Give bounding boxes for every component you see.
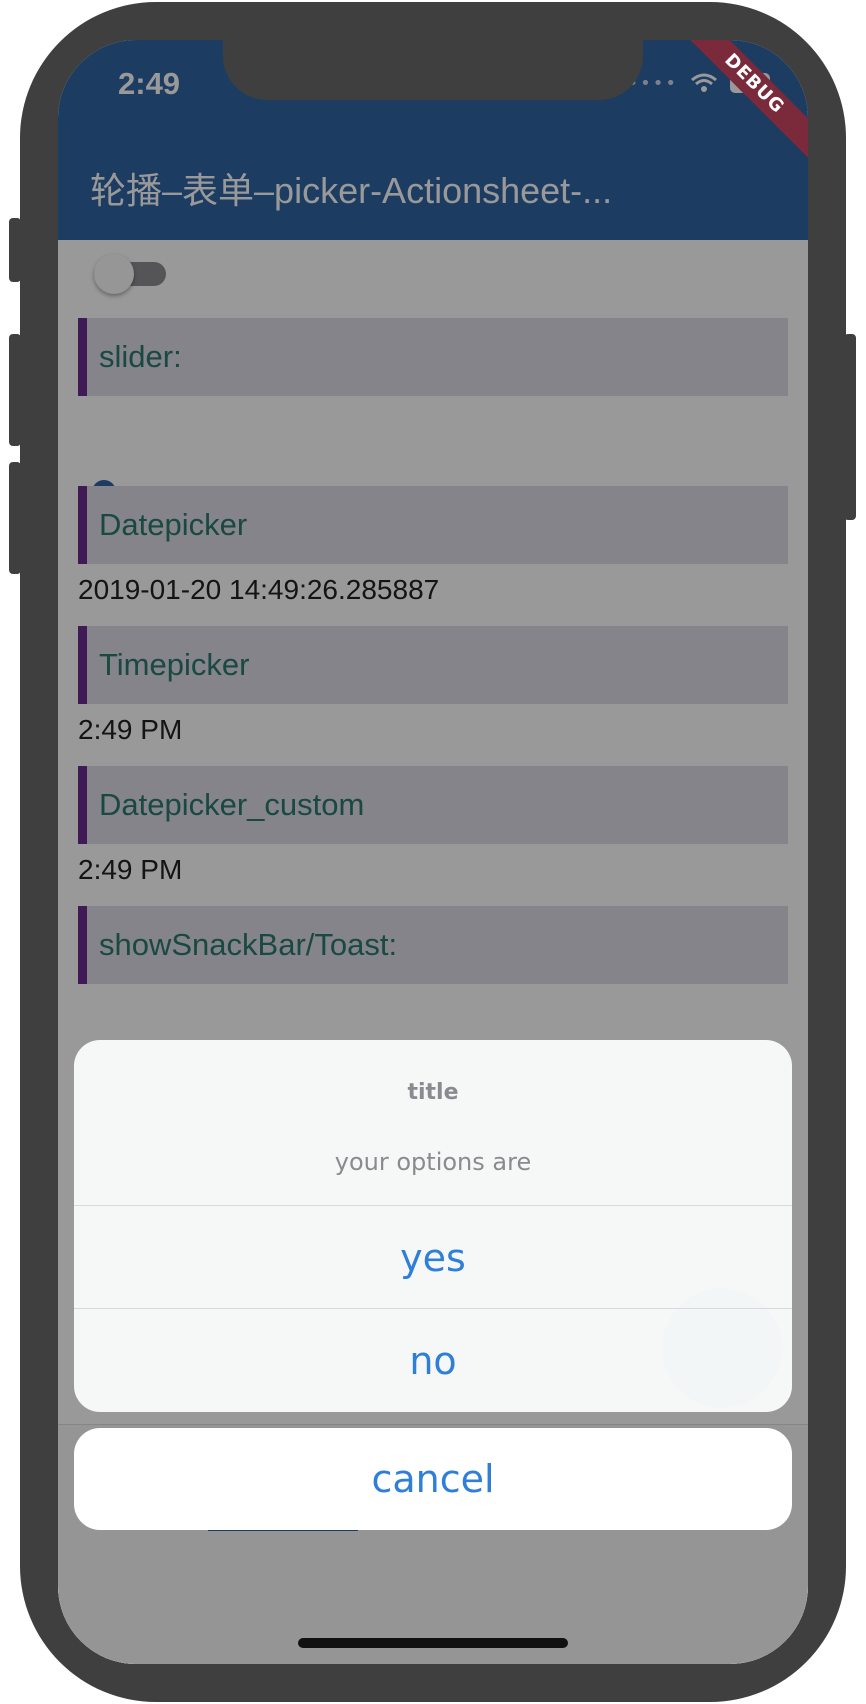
device-screen: 2:49 •••• 轮播–表单–picker-Actionsheet-... D… [58,40,808,1664]
volume-up-button [9,334,21,446]
notch [223,40,643,100]
power-button [844,334,856,520]
yes-button[interactable]: yes [74,1206,792,1310]
action-sheet-title: title [407,1080,459,1105]
action-sheet-message: your options are [334,1148,532,1176]
cancel-button[interactable]: cancel [74,1428,792,1530]
volume-down-button [9,462,21,574]
action-sheet: title your options are yes no [74,1040,792,1412]
home-indicator [298,1638,568,1648]
mute-switch [9,218,21,282]
no-button[interactable]: no [74,1309,792,1412]
modal-scrim[interactable] [58,40,808,1664]
